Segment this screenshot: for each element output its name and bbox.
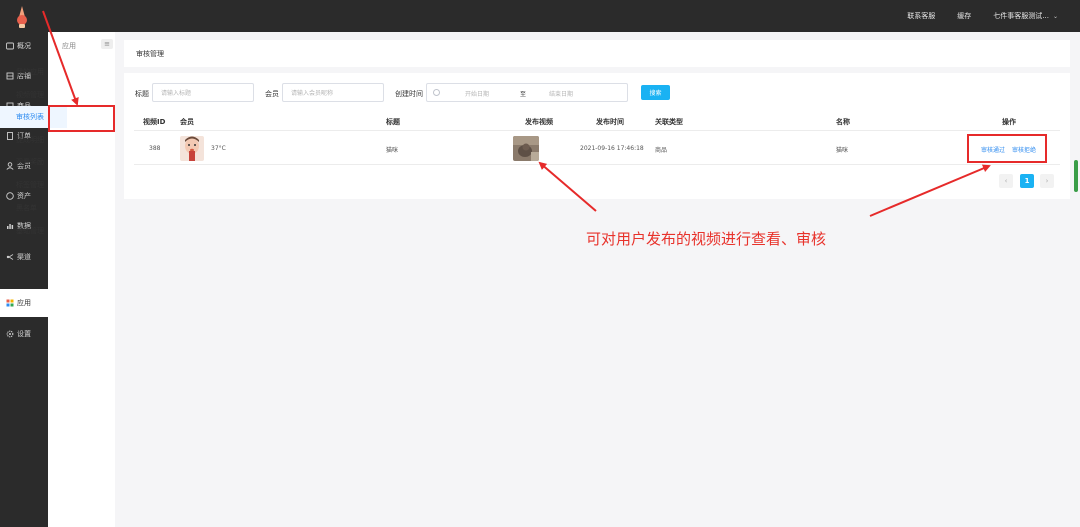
highlight-review-list <box>48 105 115 132</box>
annotation-text: 可对用户发布的视频进行查看、审核 <box>586 230 827 248</box>
top-bar: 联系客服 缓存 七件事客服测试... ⌄ <box>0 0 1080 32</box>
submenu-item-video-manage[interactable]: 视频管理 <box>0 84 67 106</box>
cell-video-id: 388 <box>149 145 161 152</box>
avatar <box>180 136 204 161</box>
overview-icon <box>6 42 14 50</box>
col-header-publish-time: 发布时间 <box>596 118 624 126</box>
cell-member-name: 37°C <box>211 145 226 152</box>
table-row-divider <box>134 164 1060 165</box>
highlight-actions <box>967 134 1047 163</box>
sidebar-item-label: 渠道 <box>17 253 31 261</box>
search-button[interactable]: 搜索 <box>641 85 670 100</box>
account-menu[interactable]: 七件事客服测试... ⌄ <box>993 11 1058 21</box>
end-date-input[interactable]: 结束日期 <box>549 89 573 98</box>
next-page-button[interactable]: › <box>1040 174 1054 188</box>
col-header-title: 标题 <box>386 118 400 126</box>
cell-type: 商品 <box>655 147 668 154</box>
cell-publish-time: 2021-09-16 17:46:18 <box>580 145 644 152</box>
clock-icon <box>433 89 440 96</box>
table-header-divider <box>134 130 1060 131</box>
submenu-item-blacklist[interactable]: 黑名单 <box>0 197 67 219</box>
member-filter-input[interactable]: 请输入会员昵称 <box>282 83 384 102</box>
chevron-down-icon: ⌄ <box>1052 12 1058 20</box>
member-filter-label: 会员 <box>265 90 279 98</box>
sidebar-item-channel[interactable]: 渠道 <box>0 243 48 271</box>
title-filter-label: 标题 <box>135 90 149 98</box>
submenu-item-watch-reward[interactable]: 观看奖励 <box>0 151 67 173</box>
settings-icon <box>6 330 14 338</box>
date-range-separator: 至 <box>520 91 527 98</box>
sidebar-item-label: 应用 <box>17 299 31 307</box>
col-header-type: 关联类型 <box>655 118 683 126</box>
submenu-item-basic-manage[interactable]: 基础管理 <box>0 220 67 242</box>
apps-icon <box>6 299 14 307</box>
cell-name: 猫咪 <box>836 147 849 154</box>
start-date-input[interactable]: 开始日期 <box>465 89 489 98</box>
scrollbar-thumb[interactable] <box>1074 160 1078 192</box>
sidebar-item-label: 设置 <box>17 330 31 338</box>
col-header-name: 名称 <box>836 118 850 126</box>
created-time-label: 创建时间 <box>395 90 423 98</box>
prev-page-button[interactable]: ‹ <box>999 174 1013 188</box>
submenu-heading: 应用 <box>62 42 76 50</box>
submenu-item-tag-manage[interactable]: 标签管理 <box>0 174 67 196</box>
sidebar-item-label: 概况 <box>17 42 31 50</box>
sidebar-item-apps[interactable]: 应用 <box>0 289 48 317</box>
title-filter-input[interactable]: 请输入标题 <box>152 83 254 102</box>
channel-icon <box>6 253 14 261</box>
top-links: 联系客服 缓存 七件事客服测试... ⌄ <box>907 0 1058 32</box>
breadcrumb-card: 审核管理 <box>124 40 1070 67</box>
brand-logo-icon[interactable] <box>11 5 33 29</box>
col-header-member: 会员 <box>180 118 194 126</box>
contact-service-link[interactable]: 联系客服 <box>907 11 935 21</box>
account-name: 七件事客服测试... <box>993 12 1049 20</box>
menu-collapse-icon[interactable]: ≡ <box>101 39 113 49</box>
cache-link[interactable]: 缓存 <box>957 11 971 21</box>
date-range-picker[interactable]: 开始日期 至 结束日期 <box>426 83 628 102</box>
sidebar-item-settings[interactable]: 设置 <box>0 320 48 348</box>
cell-title: 猫咪 <box>386 147 399 154</box>
col-header-video: 发布视频 <box>525 118 553 126</box>
submenu-item-commission[interactable]: 提成明细 <box>0 129 67 151</box>
col-header-video-id: 视频ID <box>143 118 166 126</box>
submenu-item-my-apps[interactable]: 我的应用 <box>0 61 67 83</box>
col-header-actions: 操作 <box>1002 118 1016 126</box>
page-1-button[interactable]: 1 <box>1020 174 1034 188</box>
video-thumbnail[interactable] <box>513 136 539 161</box>
sidebar-item-overview[interactable]: 概况 <box>0 32 48 60</box>
breadcrumb: 审核管理 <box>136 50 164 58</box>
